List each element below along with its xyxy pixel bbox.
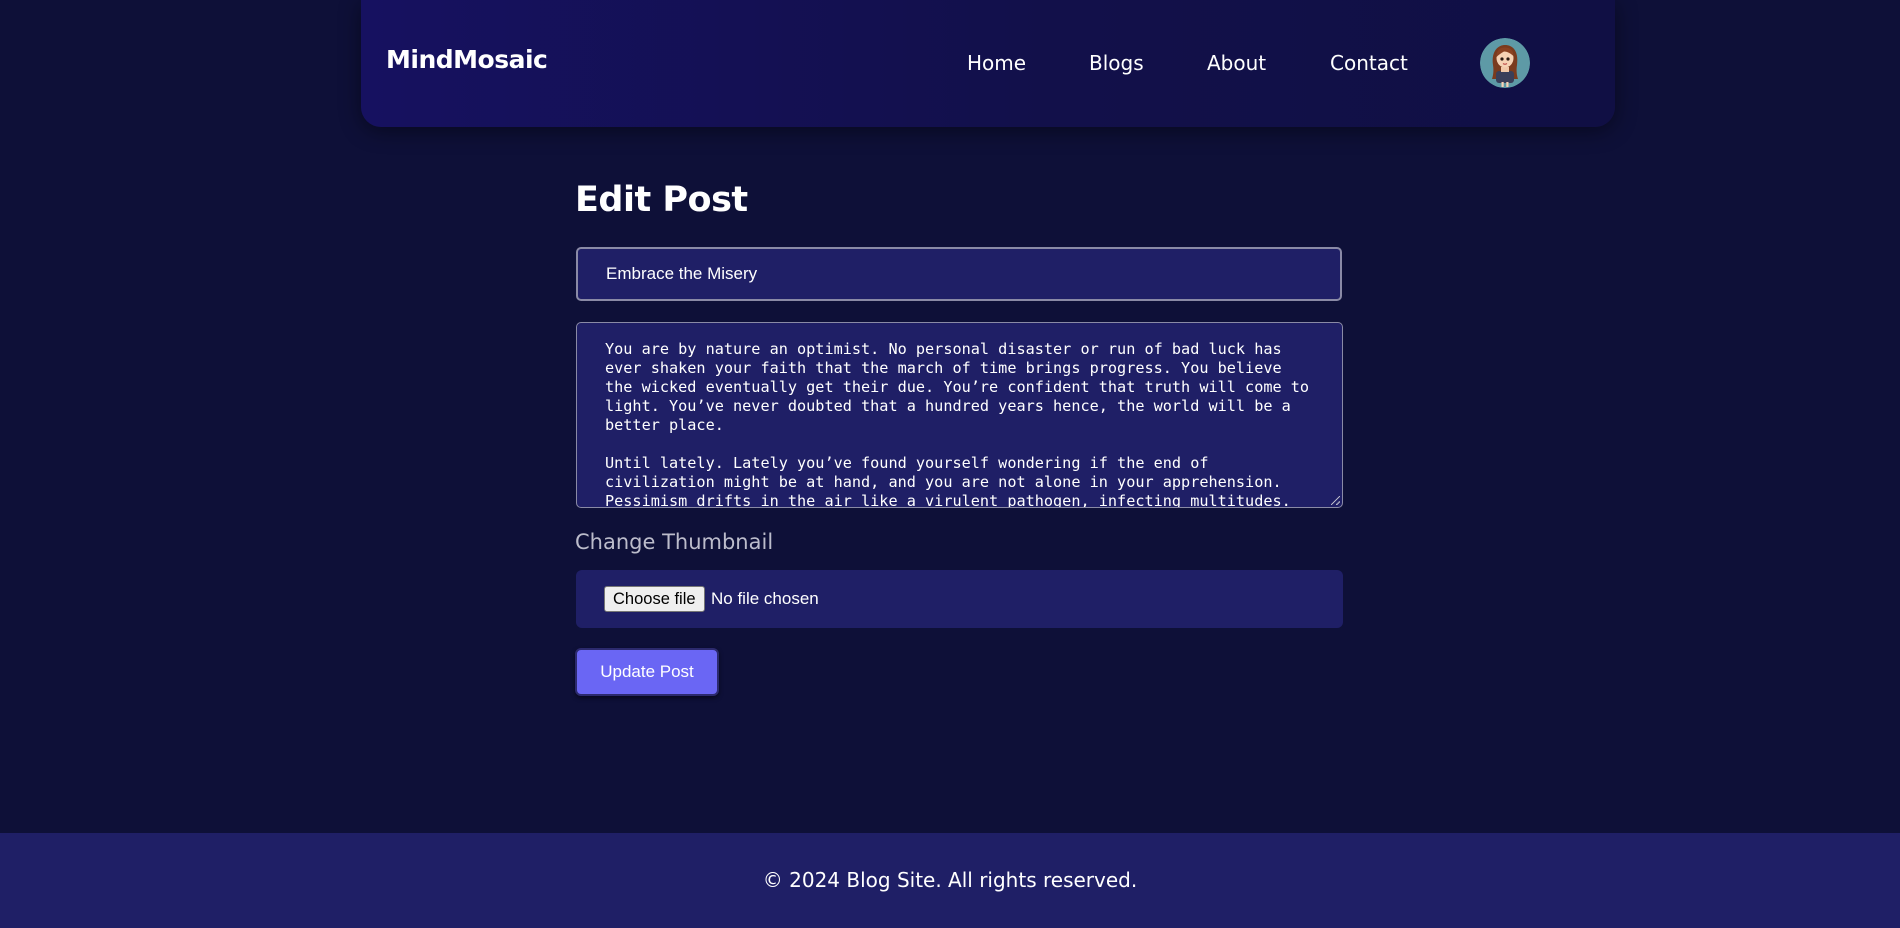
- site-footer: © 2024 Blog Site. All rights reserved.: [0, 833, 1900, 928]
- page-title: Edit Post: [575, 180, 748, 220]
- thumbnail-label: Change Thumbnail: [575, 530, 774, 554]
- nav-link-contact[interactable]: Contact: [1330, 51, 1408, 75]
- user-avatar-icon[interactable]: [1480, 38, 1530, 88]
- site-logo[interactable]: MindMosaic: [386, 45, 548, 74]
- nav-link-blogs[interactable]: Blogs: [1089, 51, 1144, 75]
- avatar-illustration: [1480, 38, 1530, 88]
- content-paragraph: You are by nature an optimist. No person…: [605, 340, 1319, 434]
- site-header: MindMosaic Home Blogs About Contact: [361, 0, 1615, 127]
- content-paragraph: Until lately. Lately you’ve found yourse…: [605, 454, 1291, 508]
- nav-link-about[interactable]: About: [1207, 51, 1266, 75]
- resize-handle-icon[interactable]: [1331, 496, 1340, 505]
- choose-file-button[interactable]: Choose file: [604, 586, 705, 612]
- footer-copyright: © 2024 Blog Site. All rights reserved.: [762, 868, 1138, 892]
- post-content-textarea[interactable]: You are by nature an optimist. No person…: [576, 322, 1343, 508]
- nav-link-home[interactable]: Home: [967, 51, 1026, 75]
- thumbnail-file-input: Choose file No file chosen: [576, 570, 1343, 628]
- post-title-input[interactable]: [576, 247, 1342, 301]
- update-post-button[interactable]: Update Post: [575, 648, 719, 696]
- file-status-text: No file chosen: [711, 589, 819, 608]
